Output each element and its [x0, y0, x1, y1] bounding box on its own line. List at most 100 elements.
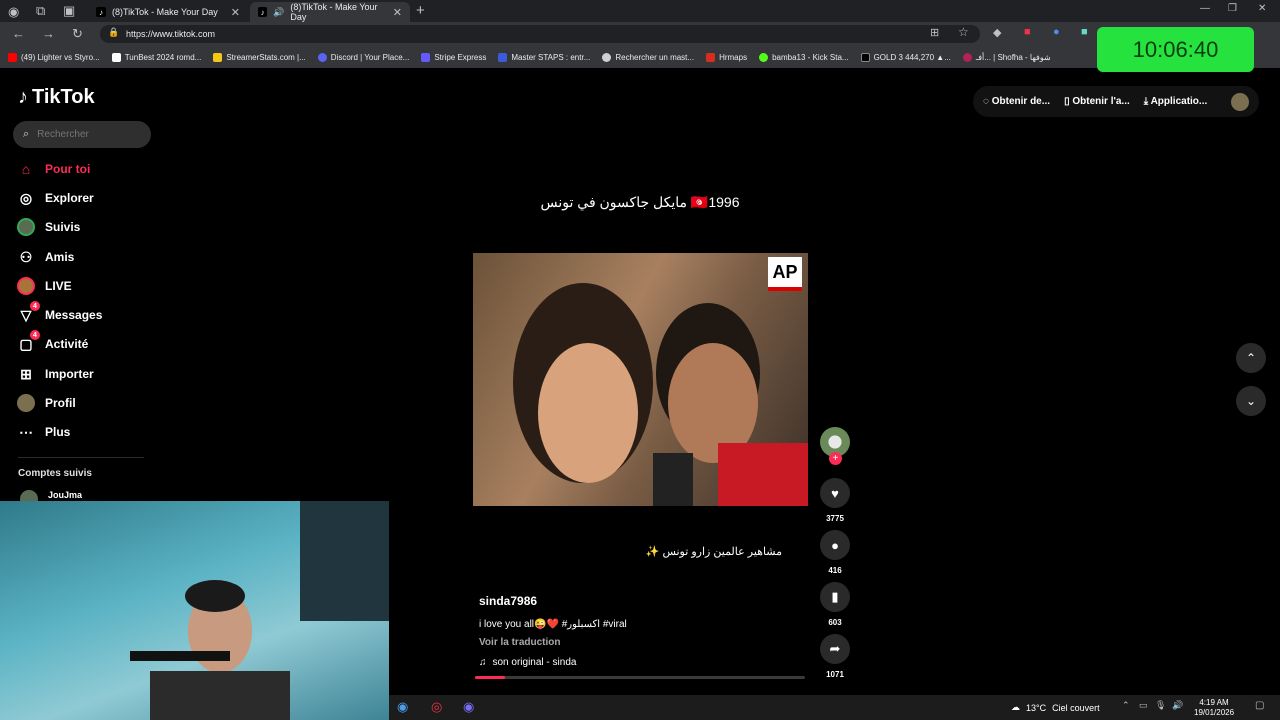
bookmark[interactable]: Hrmaps	[706, 52, 747, 62]
bookmark-icon	[213, 52, 223, 62]
app-install-icon[interactable]: ⊞	[930, 26, 939, 39]
webcam-overlay	[0, 501, 389, 720]
profile-icon[interactable]: ◉	[8, 4, 19, 20]
sidebar-item-activite[interactable]: ▢ 4 Activité	[17, 330, 88, 353]
video-caption: 🇹🇳1996 مايكل جاكسون في تونس	[540, 194, 740, 210]
video-progress-bar[interactable]	[475, 676, 805, 679]
bookmark[interactable]: bamba13 - Kick Sta...	[759, 52, 849, 62]
microphone-icon[interactable]: 🎙	[1155, 700, 1166, 711]
bookmarks-bar: (49) Lighter vs Styro... TunBest 2024 ro…	[0, 46, 1280, 68]
activity-icon: ▢ 4	[17, 330, 40, 353]
taskbar: ◉ ◎ ◉ ☁ 13°C Ciel couvert ⌃ ▭ 🎙 🔊 4:19 A…	[389, 695, 1280, 720]
weather-widget[interactable]: ☁ 13°C Ciel couvert	[1011, 702, 1100, 713]
address-bar[interactable]: 🔒 https://www.tiktok.com	[100, 25, 980, 43]
bookmark-icon	[111, 52, 121, 62]
tab-actions-icon[interactable]: ▣	[63, 3, 75, 19]
video-frame	[513, 283, 808, 506]
address-row: ← → ↻ 🔒 https://www.tiktok.com ⊞ ☆ ◆ ■ ●…	[0, 22, 1280, 46]
sidebar-item-importer[interactable]: ⊞ Importer	[17, 365, 94, 383]
share-action[interactable]: ➦ 1071	[820, 634, 850, 679]
notification-icon[interactable]: ▢	[1255, 700, 1264, 711]
network-icon[interactable]: ▭	[1139, 700, 1148, 711]
sidebar-item-suivis[interactable]: Suivis	[17, 218, 80, 236]
speaker-icon[interactable]: 🔊	[1172, 700, 1183, 711]
following-heading: Comptes suivis	[18, 468, 92, 479]
comment-action[interactable]: ● 416	[820, 530, 850, 575]
sidebar-item-pour-toi[interactable]: ⌂ Pour toi	[17, 160, 91, 178]
bookmark[interactable]: StreamerStats.com |...	[213, 52, 306, 62]
close-window-icon[interactable]: ✕	[1258, 3, 1266, 14]
bookmark[interactable]: (49) Lighter vs Styro...	[8, 52, 100, 62]
minimize-icon[interactable]: —	[1200, 3, 1210, 14]
translate-link[interactable]: Voir la traduction	[479, 637, 561, 648]
tiktok-favicon-icon: ♪	[96, 7, 106, 17]
next-video-button[interactable]: ⌄	[1236, 386, 1266, 416]
video-player[interactable]: AP	[473, 253, 808, 506]
app-icon[interactable]: ◎	[431, 699, 442, 715]
discord-icon[interactable]: ◉	[463, 699, 474, 715]
star-icon[interactable]: ☆	[958, 25, 969, 39]
reload-icon[interactable]: ↻	[72, 26, 83, 42]
sidebar-item-plus[interactable]: ⋯ Plus	[17, 423, 70, 441]
chevron-up-icon[interactable]: ⌃	[1122, 700, 1130, 711]
kick-icon	[759, 52, 769, 62]
bookmark[interactable]: Discord | Your Place...	[317, 52, 409, 62]
close-tab-icon[interactable]: ✕	[393, 6, 402, 19]
user-avatar[interactable]	[1231, 92, 1249, 111]
search-input[interactable]	[37, 129, 138, 140]
edge-icon[interactable]: ◉	[397, 699, 408, 715]
forward-icon[interactable]: →	[42, 26, 55, 41]
tiktok-favicon-icon: ♪	[258, 7, 268, 17]
speaker-icon[interactable]: 🔊	[273, 7, 284, 18]
sidebar-item-profil[interactable]: Profil	[17, 394, 76, 412]
bookmark[interactable]: GOLD 3 444,270 ▲...	[860, 52, 951, 62]
search-box[interactable]: ⌕	[13, 121, 151, 148]
bookmark[interactable]: Rechercher un mast...	[602, 52, 694, 62]
comment-count: 416	[828, 566, 842, 575]
browser-tab-2[interactable]: ♪ 🔊 (8)TikTok - Make Your Day ✕	[250, 2, 410, 22]
extension-icon[interactable]: ■	[1024, 26, 1031, 38]
sound-link[interactable]: ♫ son original - sinda	[479, 657, 576, 668]
bookmark[interactable]: TunBest 2024 romd...	[111, 52, 201, 62]
hrmaps-icon	[706, 52, 716, 62]
cloud-icon: ☁	[1011, 702, 1020, 712]
browser-tab-1[interactable]: ♪ (8)TikTok - Make Your Day ✕	[88, 2, 248, 22]
get-coins-button[interactable]: ◌ Obtenir de...	[983, 96, 1050, 107]
get-app-button[interactable]: ▯ Obtenir l'a...	[1064, 96, 1130, 107]
live-icon	[17, 277, 35, 295]
bookmark[interactable]: Master STAPS : entr...	[498, 52, 590, 62]
sidebar-item-explorer[interactable]: ◎ Explorer	[17, 189, 94, 207]
restore-icon[interactable]: ❐	[1228, 3, 1237, 14]
compass-icon: ◎	[19, 189, 33, 206]
extension-icon[interactable]: ■	[1081, 26, 1088, 38]
save-action[interactable]: ▮ 603	[820, 582, 850, 627]
share-icon[interactable]: ➦	[820, 634, 850, 664]
webcam-frame	[130, 501, 389, 720]
bookmark-icon[interactable]: ▮	[820, 582, 850, 612]
bookmark[interactable]: أفـ... | Shofha - شوفها	[962, 52, 1051, 62]
comment-icon[interactable]: ●	[820, 530, 850, 560]
close-tab-icon[interactable]: ✕	[231, 6, 240, 19]
mic-arm-shape	[130, 651, 230, 661]
bookmark[interactable]: Stripe Express	[421, 52, 486, 62]
author-name[interactable]: sinda7986	[479, 594, 537, 608]
sidebar-item-messages[interactable]: ▽ 4 Messages	[17, 301, 102, 324]
new-tab-icon[interactable]: +	[416, 2, 425, 19]
extension-icon[interactable]: ◆	[993, 26, 1001, 39]
system-clock[interactable]: 4:19 AM 19/01/2026	[1194, 698, 1234, 718]
follow-plus-icon[interactable]: +	[829, 452, 842, 465]
download-app-button[interactable]: ⤓ Applicatio...	[1144, 96, 1208, 107]
heart-icon[interactable]: ♥	[820, 478, 850, 508]
back-icon[interactable]: ←	[12, 26, 25, 41]
tiktok-logo[interactable]: ♪ TikTok	[18, 86, 95, 109]
sidebar-item-live[interactable]: LIVE	[17, 277, 72, 295]
extension-icon[interactable]: ●	[1053, 26, 1060, 38]
like-action[interactable]: ♥ 3775	[820, 478, 850, 523]
url-text: https://www.tiktok.com	[126, 29, 216, 39]
shirt-shape	[718, 443, 808, 506]
browser-tab-bar: ◉ ⧉ ▣ ♪ (8)TikTok - Make Your Day ✕ ♪ 🔊 …	[0, 0, 1280, 22]
previous-video-button[interactable]: ⌃	[1236, 343, 1266, 373]
sidebar-item-amis[interactable]: ⚇ Amis	[17, 248, 75, 266]
lock-icon[interactable]: 🔒	[108, 27, 119, 38]
workspaces-icon[interactable]: ⧉	[36, 3, 45, 19]
